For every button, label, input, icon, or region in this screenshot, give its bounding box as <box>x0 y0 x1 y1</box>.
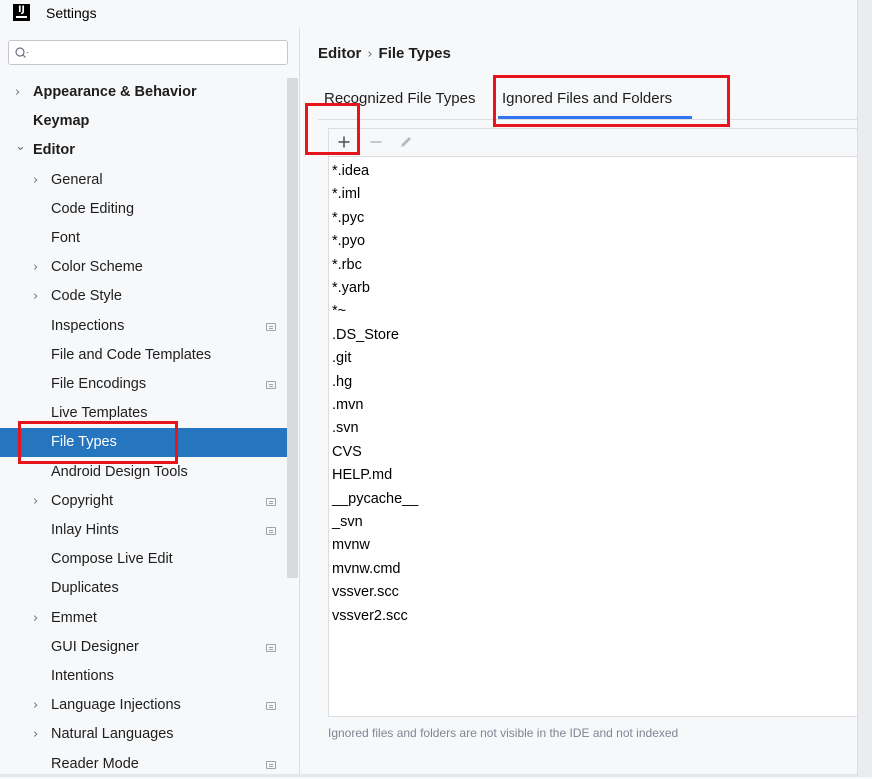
sidebar-item-label: Code Style <box>51 288 122 305</box>
list-item[interactable]: *.pyc <box>332 207 364 230</box>
sidebar-item-language-injections[interactable]: › Language Injections <box>0 691 299 720</box>
list-item[interactable]: .DS_Store <box>332 324 399 347</box>
sidebar-item-label: Font <box>51 230 81 246</box>
sidebar-item-label: File and Code Templates <box>51 346 212 363</box>
list-item[interactable]: *.yarb <box>332 277 370 300</box>
list-toolbar <box>328 128 872 156</box>
breadcrumb-separator-icon: › <box>367 47 373 62</box>
list-item[interactable]: *.pyo <box>332 230 365 253</box>
sidebar-item-label: Keymap <box>33 113 90 130</box>
sidebar-item-label: Intentions <box>51 668 114 684</box>
sidebar-item-color-scheme[interactable]: › Color Scheme <box>0 253 299 282</box>
project-scope-icon <box>266 702 276 711</box>
list-item[interactable]: mvnw.cmd <box>332 558 401 581</box>
ignored-files-list[interactable]: *.idea *.iml *.pyc *.pyo *.rbc *.yarb *~ .DS_St… <box>328 156 872 717</box>
list-item[interactable]: *~ <box>332 300 346 323</box>
chevron-right-icon[interactable]: › <box>33 282 38 311</box>
sidebar-item-copyright[interactable]: › Copyright <box>0 487 299 516</box>
sidebar-item-label: Natural Languages <box>51 726 174 743</box>
settings-sidebar: › Appearance & Behavior Keymap ⌄ Editor › Gene… <box>0 28 299 777</box>
sidebar-item-keymap[interactable]: Keymap <box>0 107 299 136</box>
remove-button[interactable] <box>365 131 387 153</box>
sidebar-item-general[interactable]: › General <box>0 166 299 195</box>
sidebar-item-label: Compose Live Edit <box>51 551 173 568</box>
sidebar-item-file-and-code-templates[interactable]: File and Code Templates <box>0 341 299 370</box>
chevron-right-icon[interactable]: › <box>33 166 38 195</box>
sidebar-item-label: Color Scheme <box>51 259 143 276</box>
sidebar-item-label: Copyright <box>51 492 114 509</box>
edit-button[interactable] <box>395 131 417 153</box>
search-icon <box>15 47 29 58</box>
list-item[interactable]: .hg <box>332 371 352 394</box>
sidebar-item-duplicates[interactable]: Duplicates <box>0 574 299 603</box>
list-item[interactable]: _svn <box>332 511 363 534</box>
project-scope-icon <box>266 497 276 506</box>
sidebar-scrollbar[interactable] <box>287 78 298 578</box>
sidebar-item-natural-languages[interactable]: › Natural Languages <box>0 720 299 749</box>
sidebar-item-editor[interactable]: ⌄ Editor <box>0 136 299 165</box>
project-scope-icon <box>266 527 276 535</box>
project-scope-icon <box>266 381 276 389</box>
chevron-right-icon[interactable]: › <box>33 253 38 282</box>
sidebar-item-code-editing[interactable]: Code Editing <box>0 195 299 224</box>
chevron-right-icon[interactable]: › <box>33 720 38 749</box>
sidebar-item-inspections[interactable]: Inspections <box>0 312 299 341</box>
sidebar-item-inlay-hints[interactable]: Inlay Hints <box>0 516 299 545</box>
chevron-right-icon[interactable]: › <box>15 78 20 107</box>
sidebar-item-label: Code Editing <box>51 200 135 217</box>
sidebar-item-label: GUI Designer <box>51 638 139 655</box>
chevron-right-icon[interactable]: › <box>33 487 38 516</box>
sidebar-item-compose-live-edit[interactable]: Compose Live Edit <box>0 545 299 574</box>
breadcrumb: Editor › File Types <box>318 45 451 62</box>
project-scope-icon <box>266 760 276 769</box>
list-item[interactable]: .mvn <box>332 394 363 417</box>
list-item[interactable]: __pycache__ <box>332 488 418 511</box>
project-scope-icon <box>266 322 276 331</box>
intellij-logo-icon: IJ <box>13 4 30 21</box>
sidebar-item-label: Duplicates <box>51 580 119 597</box>
highlight-box-ignored-tab <box>493 75 730 127</box>
list-item[interactable]: CVS <box>332 441 362 464</box>
sidebar-item-file-encodings[interactable]: File Encodings <box>0 370 299 399</box>
list-item[interactable]: *.idea <box>332 160 369 183</box>
sidebar-item-label: Language Injections <box>51 697 181 714</box>
main-panel: Editor › File Types Recognized File Types … <box>300 28 872 777</box>
list-item[interactable]: *.iml <box>332 183 360 206</box>
minus-icon <box>370 141 382 143</box>
breadcrumb-parent[interactable]: Editor <box>318 45 361 62</box>
list-item[interactable]: HELP.md <box>332 464 392 487</box>
sidebar-item-label: Editor <box>33 142 75 159</box>
sidebar-item-emmet[interactable]: › Emmet <box>0 604 299 633</box>
highlight-box-add-button <box>305 103 360 155</box>
sidebar-item-label: File Encodings <box>51 376 147 392</box>
title-bar: IJ Settings <box>0 0 872 28</box>
ignored-files-hint: Ignored files and folders are not visibl… <box>328 726 679 740</box>
sidebar-item-code-style[interactable]: › Code Style <box>0 282 299 311</box>
highlight-box-file-types <box>18 421 178 464</box>
sidebar-item-label: Appearance & Behavior <box>33 84 197 100</box>
breadcrumb-current: File Types <box>378 45 451 62</box>
list-item[interactable]: *.rbc <box>332 254 362 277</box>
window-right-edge <box>857 0 872 777</box>
list-item[interactable]: vssver2.scc <box>332 605 408 628</box>
pencil-icon <box>401 137 411 147</box>
search-input[interactable] <box>8 40 288 65</box>
sidebar-item-label: Inspections <box>51 317 125 334</box>
chevron-right-icon[interactable]: › <box>33 604 38 633</box>
chevron-down-icon[interactable]: ⌄ <box>15 132 26 161</box>
project-scope-icon <box>266 643 276 652</box>
sidebar-item-gui-designer[interactable]: GUI Designer <box>0 633 299 662</box>
list-item[interactable]: .svn <box>332 417 359 440</box>
window-title: Settings <box>46 5 97 21</box>
chevron-right-icon[interactable]: › <box>33 691 38 720</box>
sidebar-item-intentions[interactable]: Intentions <box>0 662 299 691</box>
list-item[interactable]: mvnw <box>332 534 370 557</box>
sidebar-item-label: Emmet <box>51 609 97 626</box>
sidebar-item-label: General <box>51 171 103 188</box>
sidebar-item-label: Inlay Hints <box>51 522 119 538</box>
sidebar-item-appearance-behavior[interactable]: › Appearance & Behavior <box>0 78 299 107</box>
list-item[interactable]: vssver.scc <box>332 581 399 604</box>
list-item[interactable]: .git <box>332 347 351 370</box>
sidebar-item-font[interactable]: Font <box>0 224 299 253</box>
